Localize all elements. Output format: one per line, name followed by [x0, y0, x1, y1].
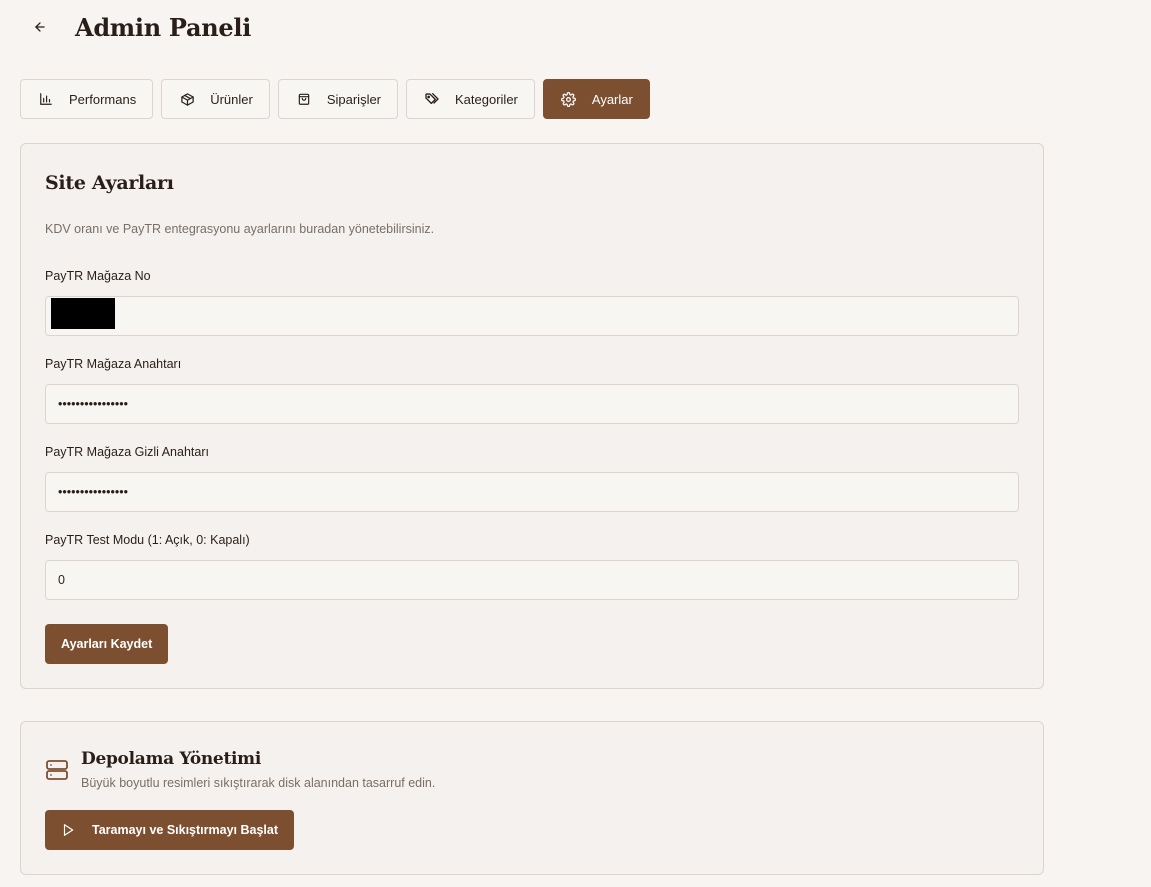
- store-no-label: PayTR Mağaza No: [45, 269, 151, 283]
- test-mode-label: PayTR Test Modu (1: Açık, 0: Kapalı): [45, 533, 250, 547]
- storage-card: Depolama Yönetimi Büyük boyutlu resimler…: [20, 721, 1044, 875]
- arrow-left-icon: [35, 22, 45, 32]
- admin-page: Admin Paneli Performans Ürünler Siparişl…: [0, 0, 1151, 887]
- storage-description: Büyük boyutlu resimleri sıkıştırarak dis…: [81, 776, 436, 790]
- tab-label: Ayarlar: [591, 91, 633, 107]
- tab-label: Kategoriler: [455, 91, 518, 107]
- page-title: Admin Paneli: [75, 12, 252, 42]
- save-settings-button[interactable]: Ayarları Kaydet: [45, 624, 169, 664]
- store-key-input[interactable]: [45, 384, 1019, 424]
- tab-label: Performans: [69, 91, 137, 107]
- site-settings-title: Site Ayarları: [45, 172, 174, 194]
- play-icon: [61, 822, 77, 838]
- store-secret-label: PayTR Mağaza Gizli Anahtarı: [45, 445, 209, 459]
- store-key-label: PayTR Mağaza Anahtarı: [45, 357, 182, 371]
- tab-performans[interactable]: Performans: [20, 79, 154, 119]
- tab-label: Siparişler: [326, 91, 382, 107]
- storage-title: Depolama Yönetimi: [81, 749, 262, 769]
- test-mode-input[interactable]: [45, 560, 1019, 600]
- tab-ayarlar[interactable]: Ayarlar: [542, 79, 650, 119]
- site-settings-description: KDV oranı ve PayTR entegrasyonu ayarları…: [45, 222, 435, 236]
- redacted-value: [51, 298, 115, 329]
- store-secret-input[interactable]: [45, 472, 1019, 512]
- back-button[interactable]: [28, 12, 52, 42]
- store-no-input[interactable]: [45, 296, 1019, 336]
- header: Admin Paneli: [28, 12, 251, 42]
- site-settings-card: Site Ayarları KDV oranı ve PayTR entegra…: [20, 143, 1044, 689]
- start-scan-label: Taramayı ve Sıkıştırmayı Başlat: [92, 823, 278, 837]
- bar-chart-icon: [38, 91, 54, 107]
- server-icon: [46, 760, 68, 780]
- shopping-bag-icon: [296, 91, 312, 107]
- tab-siparisler[interactable]: Siparişler: [277, 79, 399, 119]
- tags-icon: [424, 91, 440, 107]
- tab-urunler[interactable]: Ürünler: [161, 79, 270, 119]
- start-scan-button[interactable]: Taramayı ve Sıkıştırmayı Başlat: [45, 810, 294, 850]
- tab-bar: Performans Ürünler Siparişler Kategorile…: [20, 79, 650, 119]
- tab-kategoriler[interactable]: Kategoriler: [406, 79, 535, 119]
- gear-icon: [561, 91, 577, 107]
- tab-label: Ürünler: [210, 91, 253, 107]
- package-icon: [179, 91, 195, 107]
